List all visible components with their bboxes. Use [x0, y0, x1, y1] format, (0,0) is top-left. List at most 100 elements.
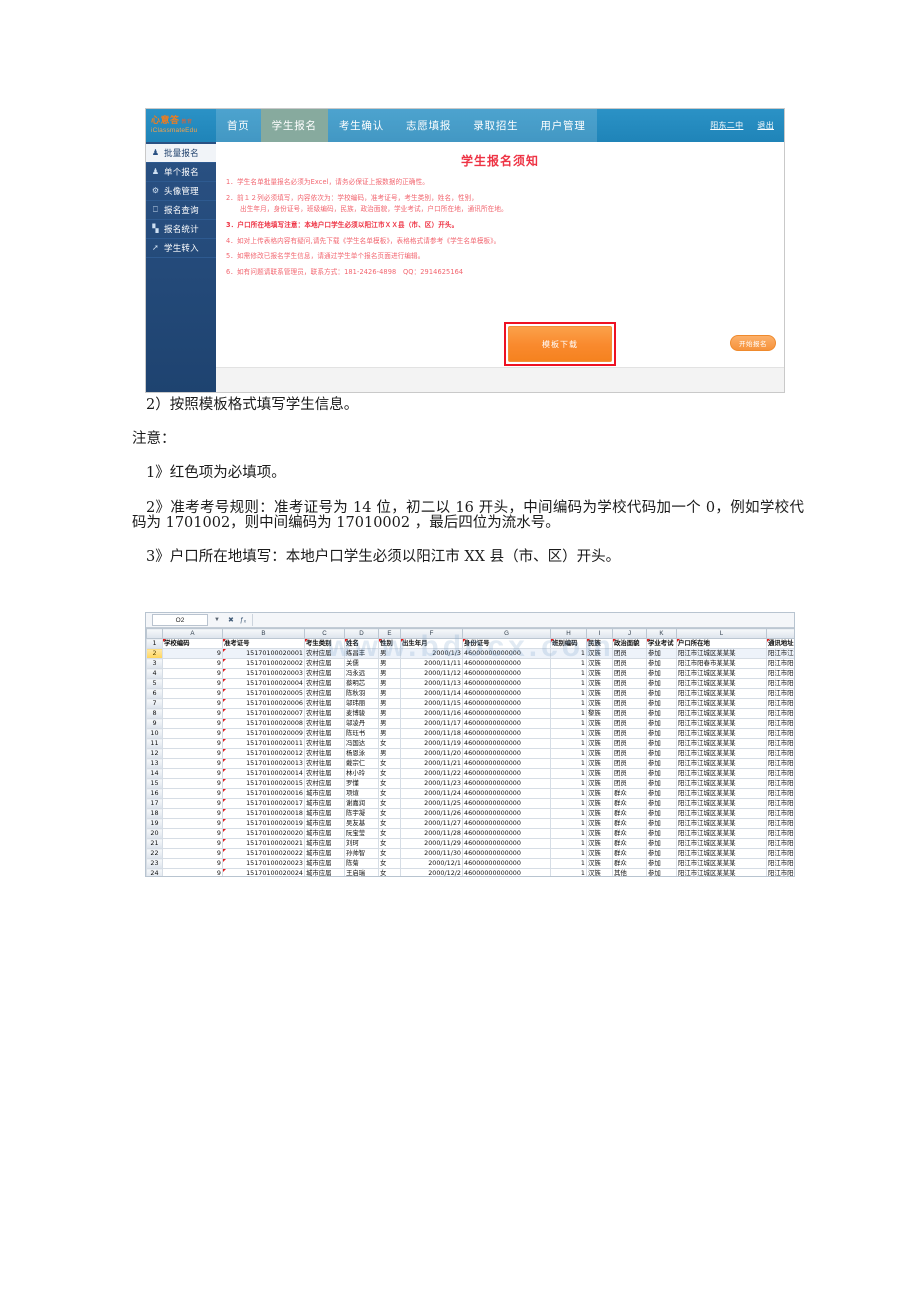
excel-cell-class-code[interactable]: 1 [550, 728, 587, 739]
excel-cell-id-number[interactable]: 46000000000000 [462, 788, 551, 799]
nav-item-user-manage[interactable]: 用户管理 [529, 109, 597, 142]
excel-cell-mailing-address[interactable]: 阳江市江城区某某某 [766, 648, 794, 659]
sidebar-item-avatar-manage[interactable]: ⚙ 头像管理 [146, 182, 216, 201]
excel-cell-ethnicity[interactable]: 汉族 [586, 658, 613, 669]
excel-cell-ethnicity[interactable]: 汉族 [586, 828, 613, 839]
excel-col-C[interactable]: C [304, 628, 345, 639]
excel-cell-political-status[interactable]: 群众 [612, 808, 647, 819]
excel-cell-id-number[interactable]: 46000000000000 [462, 738, 551, 749]
excel-cell-candidate-type[interactable]: 城市应届 [304, 818, 345, 829]
excel-cell-candidate-type[interactable]: 农村应届 [304, 688, 345, 699]
excel-cell-class-code[interactable]: 1 [550, 788, 587, 799]
excel-cell-household-location[interactable]: 阳江市江城区某某某 [676, 748, 767, 759]
excel-cell-political-status[interactable]: 群众 [612, 788, 647, 799]
excel-cell-school-code[interactable]: 9 [162, 708, 223, 719]
excel-cell-political-status[interactable]: 团员 [612, 658, 647, 669]
excel-cell-political-status[interactable]: 团员 [612, 698, 647, 709]
excel-cell-political-status[interactable]: 团员 [612, 678, 647, 689]
excel-cell-ethnicity[interactable]: 汉族 [586, 668, 613, 679]
excel-cell-student-name[interactable]: 戴宗仁 [344, 758, 379, 769]
excel-cell-school-code[interactable]: 9 [162, 788, 223, 799]
excel-cell-student-name[interactable]: 陈秋羽 [344, 688, 379, 699]
excel-cell-exam-number[interactable]: 15170100020001 [222, 648, 305, 659]
excel-cell-gender[interactable]: 男 [378, 688, 401, 699]
excel-cell-exam-number[interactable]: 15170100020024 [222, 868, 305, 876]
excel-cell-academic-exam[interactable]: 参加 [646, 708, 677, 719]
excel-cell-class-code[interactable]: 1 [550, 768, 587, 779]
excel-cell-mailing-address[interactable]: 阳江市阳春市某某某 [766, 758, 794, 769]
excel-cell-candidate-type[interactable]: 城市应届 [304, 848, 345, 859]
excel-cell-ethnicity[interactable]: 汉族 [586, 858, 613, 869]
excel-cell-ethnicity[interactable]: 汉族 [586, 738, 613, 749]
template-download-button[interactable]: 模板下载 [508, 326, 612, 362]
excel-cell-student-name[interactable]: 陈菊 [344, 858, 379, 869]
excel-cell-candidate-type[interactable]: 农村应届 [304, 658, 345, 669]
excel-cell-candidate-type[interactable]: 农村往届 [304, 738, 345, 749]
excel-cell-exam-number[interactable]: 15170100020019 [222, 818, 305, 829]
excel-cell-student-name[interactable]: 林小玲 [344, 768, 379, 779]
excel-cell-ethnicity[interactable]: 汉族 [586, 818, 613, 829]
excel-cell-school-code[interactable]: 9 [162, 848, 223, 859]
excel-cell-mailing-address[interactable]: 阳江市阳春市某某某 [766, 778, 794, 789]
excel-cell-gender[interactable]: 男 [378, 728, 401, 739]
excel-cell-ethnicity[interactable]: 汉族 [586, 808, 613, 819]
excel-cell-exam-number[interactable]: 15170100020005 [222, 688, 305, 699]
excel-cell-class-code[interactable]: 1 [550, 838, 587, 849]
excel-cell-gender[interactable]: 女 [378, 868, 401, 876]
excel-cell-mailing-address[interactable]: 阳江市阳春市某某某 [766, 738, 794, 749]
sidebar-item-enroll-query[interactable]: ⎕ 报名查询 [146, 201, 216, 220]
excel-cell-academic-exam[interactable]: 参加 [646, 828, 677, 839]
excel-cell-academic-exam[interactable]: 参加 [646, 768, 677, 779]
excel-cell-political-status[interactable]: 其他 [612, 868, 647, 876]
excel-row-number[interactable]: 7 [146, 698, 163, 709]
excel-cell-ethnicity[interactable]: 汉族 [586, 678, 613, 689]
excel-row-number[interactable]: 8 [146, 708, 163, 719]
excel-cell-student-name[interactable]: 冯永远 [344, 668, 379, 679]
excel-cell-student-name[interactable]: 蔡明芯 [344, 678, 379, 689]
excel-cell-school-code[interactable]: 9 [162, 768, 223, 779]
excel-cell-class-code[interactable]: 1 [550, 648, 587, 659]
excel-cell-birth-date[interactable]: 2000/11/29 [400, 838, 463, 849]
excel-cell-id-number[interactable]: 46000000000000 [462, 798, 551, 809]
excel-col-E[interactable]: E [378, 628, 401, 639]
app-logo[interactable]: 心意答 教育 iClassmateEdu [146, 109, 216, 142]
excel-cell-gender[interactable]: 女 [378, 758, 401, 769]
excel-cell-ethnicity[interactable]: 汉族 [586, 748, 613, 759]
excel-cell-id-number[interactable]: 46000000000000 [462, 808, 551, 819]
excel-cell-school-code[interactable]: 9 [162, 678, 223, 689]
excel-cell-birth-date[interactable]: 2000/11/15 [400, 698, 463, 709]
excel-cell-student-name[interactable]: 谢嘉润 [344, 798, 379, 809]
excel-cell-political-status[interactable]: 团员 [612, 768, 647, 779]
excel-cell-exam-number[interactable]: 15170100020002 [222, 658, 305, 669]
excel-row-number[interactable]: 16 [146, 788, 163, 799]
excel-cell-candidate-type[interactable]: 农村往届 [304, 758, 345, 769]
excel-cell-id-number[interactable]: 46000000000000 [462, 818, 551, 829]
excel-cell-academic-exam[interactable]: 参加 [646, 868, 677, 876]
logout-link[interactable]: 退出 [757, 120, 774, 131]
excel-cell-political-status[interactable]: 团员 [612, 718, 647, 729]
nav-item-admission[interactable]: 录取招生 [462, 109, 530, 142]
excel-cell-birth-date[interactable]: 2000/11/30 [400, 848, 463, 859]
excel-cell-candidate-type[interactable]: 城市应届 [304, 798, 345, 809]
excel-cell-candidate-type[interactable]: 城市应届 [304, 838, 345, 849]
excel-cell-candidate-type[interactable]: 城市应届 [304, 868, 345, 876]
excel-cell-ethnicity[interactable]: 汉族 [586, 838, 613, 849]
excel-row-number[interactable]: 13 [146, 758, 163, 769]
excel-cell-id-number[interactable]: 46000000000000 [462, 688, 551, 699]
sidebar-item-bulk-enroll[interactable]: ♟ 批量报名 [146, 144, 216, 163]
excel-cell-exam-number[interactable]: 15170100020018 [222, 808, 305, 819]
excel-cell-student-name[interactable]: 关儒 [344, 658, 379, 669]
excel-cell-student-name[interactable]: 杨恩泳 [344, 748, 379, 759]
excel-cell-exam-number[interactable]: 15170100020012 [222, 748, 305, 759]
excel-cell-exam-number[interactable]: 15170100020004 [222, 678, 305, 689]
excel-cell-mailing-address[interactable]: 阳江市阳春市某某某 [766, 838, 794, 849]
excel-cell-exam-number[interactable]: 15170100020020 [222, 828, 305, 839]
excel-cell-class-code[interactable]: 1 [550, 738, 587, 749]
excel-cell-birth-date[interactable]: 2000/11/28 [400, 828, 463, 839]
excel-cell-gender[interactable]: 女 [378, 738, 401, 749]
excel-cell-school-code[interactable]: 9 [162, 858, 223, 869]
excel-cell-birth-date[interactable]: 2000/11/21 [400, 758, 463, 769]
cancel-icon[interactable]: ✖ [228, 616, 234, 624]
excel-cell-candidate-type[interactable]: 城市应届 [304, 858, 345, 869]
excel-cell-student-name[interactable]: 王启瑞 [344, 868, 379, 876]
